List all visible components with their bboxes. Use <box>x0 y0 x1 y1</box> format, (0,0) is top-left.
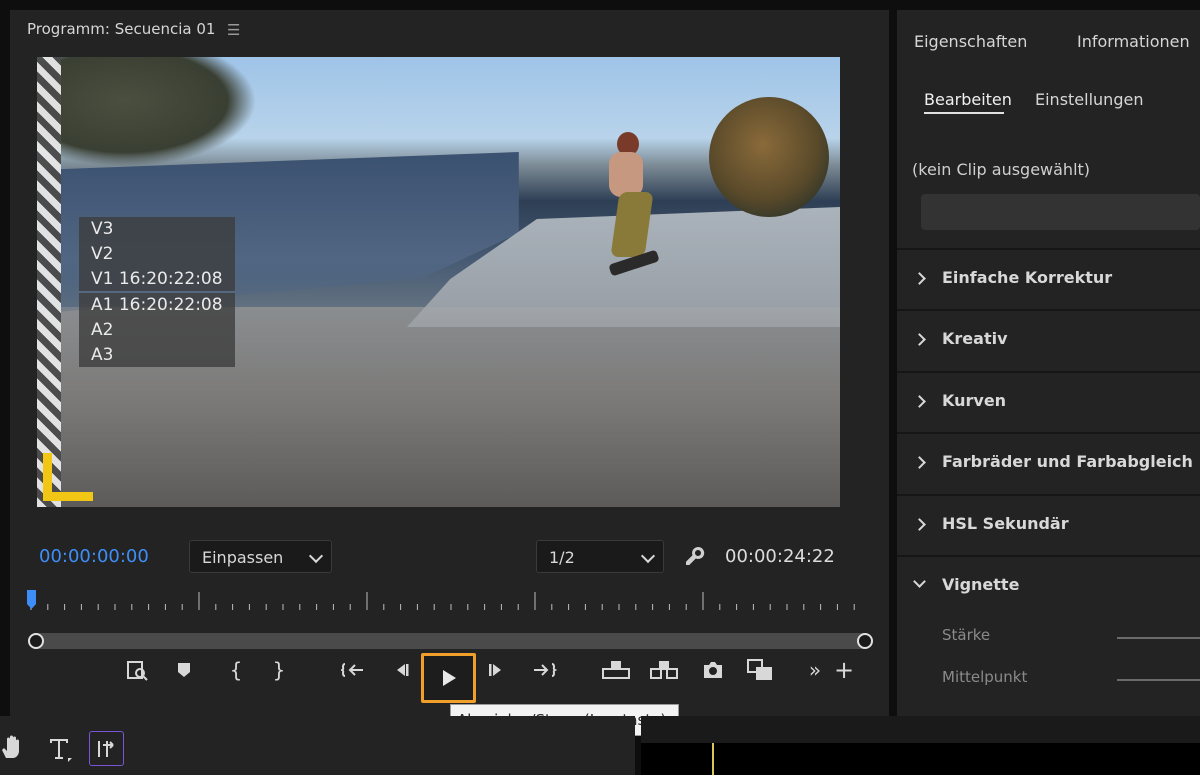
track-select-icon[interactable] <box>89 731 124 766</box>
scrollbar-start-handle[interactable] <box>28 633 44 649</box>
track-label: V2 <box>91 244 114 264</box>
section-label: Vignette <box>942 575 1020 594</box>
type-tool-icon[interactable] <box>48 736 74 762</box>
chevron-right-icon <box>913 272 926 285</box>
camera-icon[interactable] <box>698 655 728 685</box>
section-einfache-korrektur[interactable]: Einfache Korrektur <box>897 248 1200 308</box>
active-tab-underline <box>924 112 1004 114</box>
track-label: V3 <box>91 219 114 239</box>
duration-timecode: 00:00:24:22 <box>725 546 835 567</box>
chevron-right-icon <box>913 518 926 531</box>
section-label: Einfache Korrektur <box>942 268 1113 287</box>
section-farbraeder[interactable]: Farbräder und Farbabgleich <box>897 432 1200 492</box>
timeline-playhead[interactable] <box>712 743 714 775</box>
timeline-track-area[interactable] <box>641 743 1200 775</box>
chevron-right-icon <box>913 395 926 408</box>
step-forward-button[interactable] <box>481 655 511 685</box>
scrollbar-end-handle[interactable] <box>857 633 873 649</box>
add-marker-button[interactable] <box>169 655 199 685</box>
time-ruler[interactable] <box>28 590 866 612</box>
audio-tracks-overlay: A1 16:20:22:08 A2 A3 <box>79 293 235 367</box>
section-label: HSL Sekundär <box>942 514 1069 533</box>
corner-marker <box>43 453 93 501</box>
go-to-out-button[interactable] <box>530 655 560 685</box>
chevron-right-icon <box>913 333 926 346</box>
track-label: A2 <box>91 320 114 340</box>
compare-view-icon[interactable] <box>745 655 775 685</box>
lift-button[interactable] <box>601 655 631 685</box>
more-controls-icon[interactable]: » <box>800 655 830 685</box>
wrench-icon[interactable] <box>684 545 706 567</box>
vignette-staerke-slider[interactable] <box>1117 637 1200 639</box>
chevron-down-icon <box>640 548 656 564</box>
vignette-mittelpunkt-slider[interactable] <box>1117 679 1200 681</box>
chevron-down-icon <box>308 548 324 564</box>
section-kurven[interactable]: Kurven <box>897 371 1200 431</box>
chevron-down-icon <box>913 575 926 588</box>
track-label: A1 16:20:22:08 <box>91 295 223 315</box>
section-kreativ[interactable]: Kreativ <box>897 309 1200 369</box>
section-label: Kurven <box>942 391 1007 410</box>
chevron-right-icon <box>913 456 926 469</box>
safe-margin-stripes <box>37 57 61 507</box>
go-to-in-button[interactable] <box>339 655 369 685</box>
section-hsl-sekundaer[interactable]: HSL Sekundär <box>897 494 1200 554</box>
step-back-button[interactable] <box>386 655 416 685</box>
tab-bearbeiten[interactable]: Bearbeiten <box>924 90 1012 109</box>
tab-informationen[interactable]: Informationen <box>1077 32 1190 51</box>
video-tracks-overlay: V3 V2 V1 16:20:22:08 <box>79 217 235 291</box>
panel-menu-icon[interactable]: ☰ <box>227 21 240 39</box>
hand-icon[interactable] <box>0 734 24 760</box>
play-stop-button[interactable] <box>421 653 476 703</box>
clip-selector-field[interactable] <box>921 194 1200 230</box>
vignette-mittelpunkt-label: Mittelpunkt <box>942 668 1028 686</box>
zoom-level-value: Einpassen <box>202 548 284 567</box>
tab-eigenschaften[interactable]: Eigenschaften <box>914 32 1027 51</box>
panel-title[interactable]: Programm: Secuencia 01 <box>27 20 215 38</box>
track-overlay: V3 V2 V1 16:20:22:08 A1 16:20:22:08 A2 A… <box>79 217 235 367</box>
playhead[interactable] <box>27 590 37 610</box>
zoom-level-dropdown[interactable]: Einpassen <box>189 540 332 573</box>
mark-out-button[interactable]: } <box>264 655 294 685</box>
resolution-value: 1/2 <box>549 548 575 567</box>
export-frame-zoom-icon[interactable] <box>122 655 152 685</box>
extract-button[interactable] <box>649 655 679 685</box>
track-label: V1 16:20:22:08 <box>91 269 223 289</box>
section-vignette[interactable]: Vignette Stärke Mittelpunkt <box>897 555 1200 716</box>
tab-einstellungen[interactable]: Einstellungen <box>1035 90 1143 109</box>
section-label: Kreativ <box>942 329 1008 348</box>
playback-resolution-dropdown[interactable]: 1/2 <box>536 540 664 573</box>
section-label: Farbräder und Farbabgleich <box>942 452 1193 471</box>
current-timecode[interactable]: 00:00:00:00 <box>39 546 149 567</box>
track-label: A3 <box>91 345 114 365</box>
no-clip-label: (kein Clip ausgewählt) <box>912 160 1091 179</box>
add-button-icon[interactable]: + <box>829 655 859 685</box>
lumetri-panel: Eigenschaften Informationen Bearbeiten E… <box>897 10 1200 716</box>
vignette-staerke-label: Stärke <box>942 626 991 644</box>
mark-in-button[interactable]: { <box>221 655 251 685</box>
zoom-scrollbar[interactable] <box>28 633 873 649</box>
